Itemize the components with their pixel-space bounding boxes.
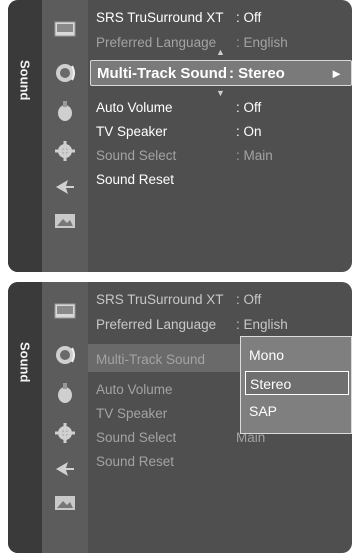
menu-row-auto-volume[interactable]: Auto Volume : Off (96, 96, 348, 120)
scroll-up-icon[interactable]: ▲ (216, 47, 225, 57)
menu-row-tv-speaker[interactable]: TV Speaker : On (96, 120, 348, 144)
option-mono[interactable]: Mono (245, 343, 349, 367)
sound-tab-label: Sound (17, 341, 33, 383)
input-icon[interactable] (52, 176, 78, 198)
menu-row-srs[interactable]: SRS TruSurround XT : Off (96, 6, 348, 30)
menu-row-preferred-language[interactable]: Preferred Language : English (96, 313, 348, 337)
picture-icon[interactable] (52, 18, 78, 40)
sound-menu-panel-dropdown: Sound SRS TruSurround XT : Off Preferred… (8, 282, 352, 553)
menu-row-sound-reset[interactable]: Sound Reset (96, 168, 348, 192)
menu-row-sound-reset[interactable]: Sound Reset (96, 450, 348, 474)
setup-icon[interactable] (52, 422, 78, 444)
multi-track-sound-dropdown: Mono Stereo SAP (240, 336, 352, 434)
sound-tab-label: Sound (17, 59, 33, 101)
option-sap[interactable]: SAP (245, 399, 349, 423)
channel-icon[interactable] (52, 100, 78, 122)
application-icon[interactable] (52, 210, 78, 232)
menu-icon-column (42, 282, 88, 553)
sound-menu-panel: Sound SRS TruSurround XT : Off Preferred… (8, 0, 352, 272)
menu-row-multi-track-sound[interactable]: Multi-Track Sound : Stereo ► (90, 60, 352, 86)
setup-icon[interactable] (52, 140, 78, 162)
menu-tab-column: Sound (8, 0, 42, 272)
sound-icon[interactable] (52, 344, 78, 366)
menu-row-srs[interactable]: SRS TruSurround XT : Off (96, 288, 348, 312)
menu-row-sound-select[interactable]: Sound Select : Main (96, 144, 348, 168)
sound-icon[interactable] (52, 62, 78, 84)
option-stereo[interactable]: Stereo (245, 371, 349, 395)
submenu-arrow-icon: ► (330, 66, 343, 81)
application-icon[interactable] (52, 492, 78, 514)
input-icon[interactable] (52, 458, 78, 480)
channel-icon[interactable] (52, 382, 78, 404)
menu-icon-column (42, 0, 88, 272)
picture-icon[interactable] (52, 300, 78, 322)
menu-tab-column: Sound (8, 282, 42, 553)
sound-menu-list: SRS TruSurround XT : Off Preferred Langu… (88, 0, 352, 272)
